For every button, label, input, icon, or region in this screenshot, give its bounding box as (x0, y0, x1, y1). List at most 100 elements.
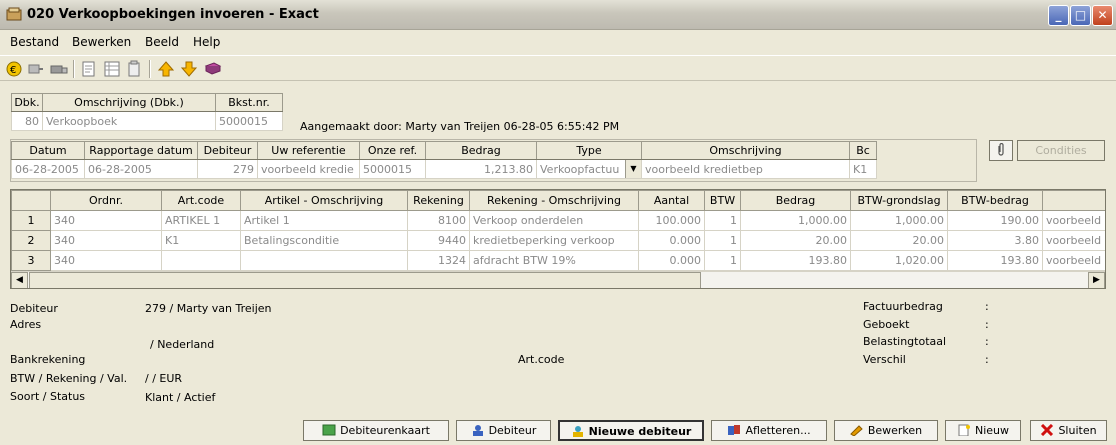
cell-btw-bedrag[interactable]: 190.00 (947, 210, 1043, 231)
nieuwe-debiteur-button[interactable]: Nieuwe debiteur (558, 420, 704, 441)
euro-icon[interactable]: € (5, 60, 23, 78)
journal-omschrijving-value[interactable]: Verkoopboek (42, 111, 216, 131)
entry-header-onzeref: Onze ref. (359, 141, 426, 160)
cell-artikel[interactable]: Betalingsconditie (240, 230, 408, 251)
arrow-up-icon[interactable] (157, 60, 175, 78)
list-icon[interactable] (103, 60, 121, 78)
truck-icon[interactable] (50, 60, 68, 78)
entry-onzeref-value[interactable]: 5000015 (359, 159, 426, 179)
new-user-icon (572, 426, 583, 437)
cell-artikel[interactable] (240, 250, 408, 271)
sluiten-button[interactable]: Sluiten (1030, 420, 1107, 441)
journal-bkstnr-value[interactable]: 5000015 (215, 111, 283, 131)
cell-btw-grondslag[interactable]: 1,000.00 (850, 210, 948, 231)
afletteren-button[interactable]: Afletteren... (711, 420, 827, 441)
journal-dbk-value[interactable]: 80 (11, 111, 43, 131)
cell-btw[interactable]: 1 (704, 210, 741, 231)
menu-beeld[interactable]: Beeld (145, 35, 179, 49)
row-number[interactable]: 3 (11, 250, 51, 271)
entry-header-bedrag: Bedrag (425, 141, 537, 160)
cell-bedrag[interactable]: 1,000.00 (740, 210, 851, 231)
verschil-colon: : (985, 353, 989, 366)
entry-rapportage-value[interactable]: 06-28-2005 (84, 159, 198, 179)
journal-header-omschrijving: Omschrijving (Dbk.) (42, 93, 216, 112)
cell-extra[interactable]: voorbeeld (1042, 210, 1105, 231)
cell-artcode[interactable]: K1 (161, 230, 241, 251)
card-icon (322, 424, 336, 436)
lines-header-ordnr: Ordnr. (50, 190, 162, 211)
attachment-button[interactable] (989, 140, 1013, 161)
cell-rekening[interactable]: 8100 (407, 210, 470, 231)
bewerken-button[interactable]: Bewerken (834, 420, 938, 441)
entry-datum-value[interactable]: 06-28-2005 (11, 159, 85, 179)
scrollbar-thumb[interactable] (29, 272, 701, 288)
arrows-icon[interactable] (27, 60, 45, 78)
entry-uwref-value[interactable]: voorbeeld kredie (257, 159, 360, 179)
entry-type-value: Verkoopfactuu (540, 162, 620, 176)
cell-ordnr[interactable]: 340 (50, 230, 162, 251)
entry-type-select[interactable]: Verkoopfactuu ▼ (536, 159, 642, 179)
cell-btw-grondslag[interactable]: 20.00 (850, 230, 948, 251)
row-number[interactable]: 1 (11, 210, 51, 231)
cell-rekening[interactable]: 9440 (407, 230, 470, 251)
cell-bedrag[interactable]: 193.80 (740, 250, 851, 271)
btw-label: BTW / Rekening / Val. (10, 372, 128, 385)
document-icon[interactable] (80, 60, 98, 78)
nieuw-button[interactable]: Nieuw (945, 420, 1021, 441)
cell-btw[interactable]: 1 (704, 250, 741, 271)
sluiten-label: Sluiten (1058, 424, 1097, 437)
row-number[interactable]: 2 (11, 230, 51, 251)
belastingtotaal-label: Belastingtotaal (863, 335, 947, 348)
cell-rekening[interactable]: 1324 (407, 250, 470, 271)
table-row[interactable]: 1 340 ARTIKEL 1 Artikel 1 8100 Verkoop o… (11, 210, 1105, 231)
horizontal-scrollbar[interactable]: ◀ ▶ (11, 271, 1105, 288)
cell-bedrag[interactable]: 20.00 (740, 230, 851, 251)
cell-rekening-omschrijving[interactable]: Verkoop onderdelen (469, 210, 639, 231)
cell-artcode[interactable]: ARTIKEL 1 (161, 210, 241, 231)
scroll-right-icon[interactable]: ▶ (1088, 272, 1105, 288)
close-icon (1041, 424, 1054, 436)
condities-button[interactable]: Condities (1017, 140, 1105, 161)
menu-help[interactable]: Help (193, 35, 220, 49)
cell-btw-bedrag[interactable]: 193.80 (947, 250, 1043, 271)
scroll-left-icon[interactable]: ◀ (11, 272, 28, 288)
menu-bewerken[interactable]: Bewerken (72, 35, 131, 49)
close-button[interactable]: ✕ (1092, 5, 1113, 26)
table-row[interactable]: 3 340 1324 afdracht BTW 19% 0.000 1 193.… (11, 250, 1105, 271)
cell-ordnr[interactable]: 340 (50, 210, 162, 231)
debiteurenkaart-button[interactable]: Debiteurenkaart (303, 420, 449, 441)
table-row[interactable]: 2 340 K1 Betalingsconditie 9440 kredietb… (11, 230, 1105, 251)
lines-grid: Ordnr. Art.code Artikel - Omschrijving R… (10, 189, 1106, 289)
cell-ordnr[interactable]: 340 (50, 250, 162, 271)
menu-bestand[interactable]: Bestand (10, 35, 59, 49)
cell-artcode[interactable] (161, 250, 241, 271)
cell-aantal[interactable]: 0.000 (638, 250, 705, 271)
entry-bedrag-value[interactable]: 1,213.80 (425, 159, 537, 179)
maximize-button[interactable]: □ (1070, 5, 1091, 26)
soort-value: Klant / Actief (145, 391, 216, 404)
debiteur-button[interactable]: Debiteur (456, 420, 551, 441)
cell-rekening-omschrijving[interactable]: kredietbeperking verkoop (469, 230, 639, 251)
cell-btw-bedrag[interactable]: 3.80 (947, 230, 1043, 251)
cell-aantal[interactable]: 0.000 (638, 230, 705, 251)
book-icon[interactable] (204, 60, 222, 78)
cell-btw[interactable]: 1 (704, 230, 741, 251)
cell-btw-grondslag[interactable]: 1,020.00 (850, 250, 948, 271)
entry-debiteur-value[interactable]: 279 (197, 159, 258, 179)
adres-label: Adres (10, 318, 42, 331)
entry-omschrijving-value[interactable]: voorbeeld kredietbep (641, 159, 850, 179)
debiteurenkaart-label: Debiteurenkaart (340, 424, 430, 437)
cell-aantal[interactable]: 100.000 (638, 210, 705, 231)
cell-artikel[interactable]: Artikel 1 (240, 210, 408, 231)
cell-extra[interactable]: voorbeeld (1042, 230, 1105, 251)
clipboard-icon[interactable] (125, 60, 143, 78)
lines-header-bedrag: Bedrag (740, 190, 851, 211)
paperclip-icon (998, 142, 1004, 156)
minimize-button[interactable]: _ (1048, 5, 1069, 26)
cell-extra[interactable]: voorbeeld (1042, 250, 1105, 271)
cell-rekening-omschrijving[interactable]: afdracht BTW 19% (469, 250, 639, 271)
chevron-down-icon[interactable]: ▼ (625, 160, 641, 178)
arrow-down-icon[interactable] (180, 60, 198, 78)
bewerken-label: Bewerken (867, 424, 923, 437)
entry-bc-value[interactable]: K1 (849, 159, 877, 179)
